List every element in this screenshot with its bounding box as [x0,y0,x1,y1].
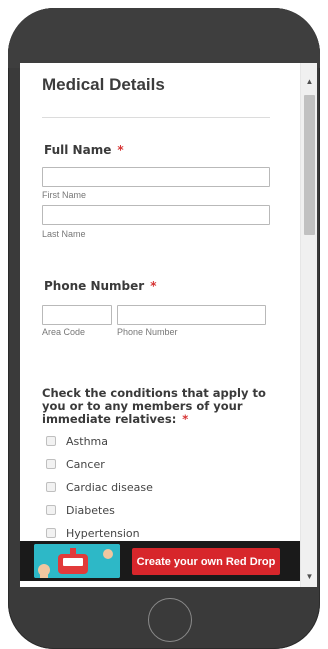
option-label: Diabetes [66,503,115,517]
option-label: Cardiac disease [66,480,153,494]
red-drop-illustration [34,544,120,578]
scrollbar-thumb[interactable] [304,95,315,235]
scroll-up-icon[interactable]: ▲ [301,73,317,90]
required-mark: * [117,143,124,157]
last-name-input[interactable] [42,205,270,225]
home-button[interactable] [148,598,192,642]
phone-top [8,8,320,68]
area-code-sublabel: Area Code [42,327,86,337]
last-name-sublabel: Last Name [42,229,86,239]
title-divider [42,117,270,118]
scroll-down-icon[interactable]: ▼ [301,568,317,585]
option-label: Asthma [66,434,108,448]
red-drop-banner[interactable]: Create your own Red Drop [20,541,300,581]
option-cardiac-disease[interactable]: Cardiac disease [46,479,153,495]
checkbox[interactable] [46,505,56,515]
phone-number-label-text: Phone Number [44,279,145,293]
conditions-question: Check the conditions that apply to you o… [42,387,270,426]
option-cancer[interactable]: Cancer [46,456,105,472]
create-red-drop-button[interactable]: Create your own Red Drop [132,548,280,575]
phone-screen: Medical Details Full Name * First Name La… [20,63,317,587]
checkbox[interactable] [46,459,56,469]
form-title: Medical Details [42,75,165,94]
required-mark: * [150,279,157,293]
blood-bag-icon [34,544,120,578]
option-label: Cancer [66,457,105,471]
phone-number-sublabel: Phone Number [117,327,178,337]
option-asthma[interactable]: Asthma [46,433,108,449]
form-viewport: Medical Details Full Name * First Name La… [20,63,300,587]
required-mark: * [182,412,189,426]
area-code-input[interactable] [42,305,112,325]
checkbox[interactable] [46,482,56,492]
phone-number-input[interactable] [117,305,266,325]
first-name-input[interactable] [42,167,270,187]
option-hypertension[interactable]: Hypertension [46,525,140,541]
checkbox[interactable] [46,436,56,446]
option-label: Hypertension [66,526,140,540]
option-diabetes[interactable]: Diabetes [46,502,115,518]
full-name-label-text: Full Name [44,143,112,157]
first-name-sublabel: First Name [42,190,87,200]
checkbox[interactable] [46,528,56,538]
full-name-label: Full Name * [44,143,124,157]
scrollbar[interactable]: ▲ ▼ [300,63,317,587]
conditions-question-text: Check the conditions that apply to you o… [42,386,266,426]
phone-number-label: Phone Number * [44,279,156,293]
